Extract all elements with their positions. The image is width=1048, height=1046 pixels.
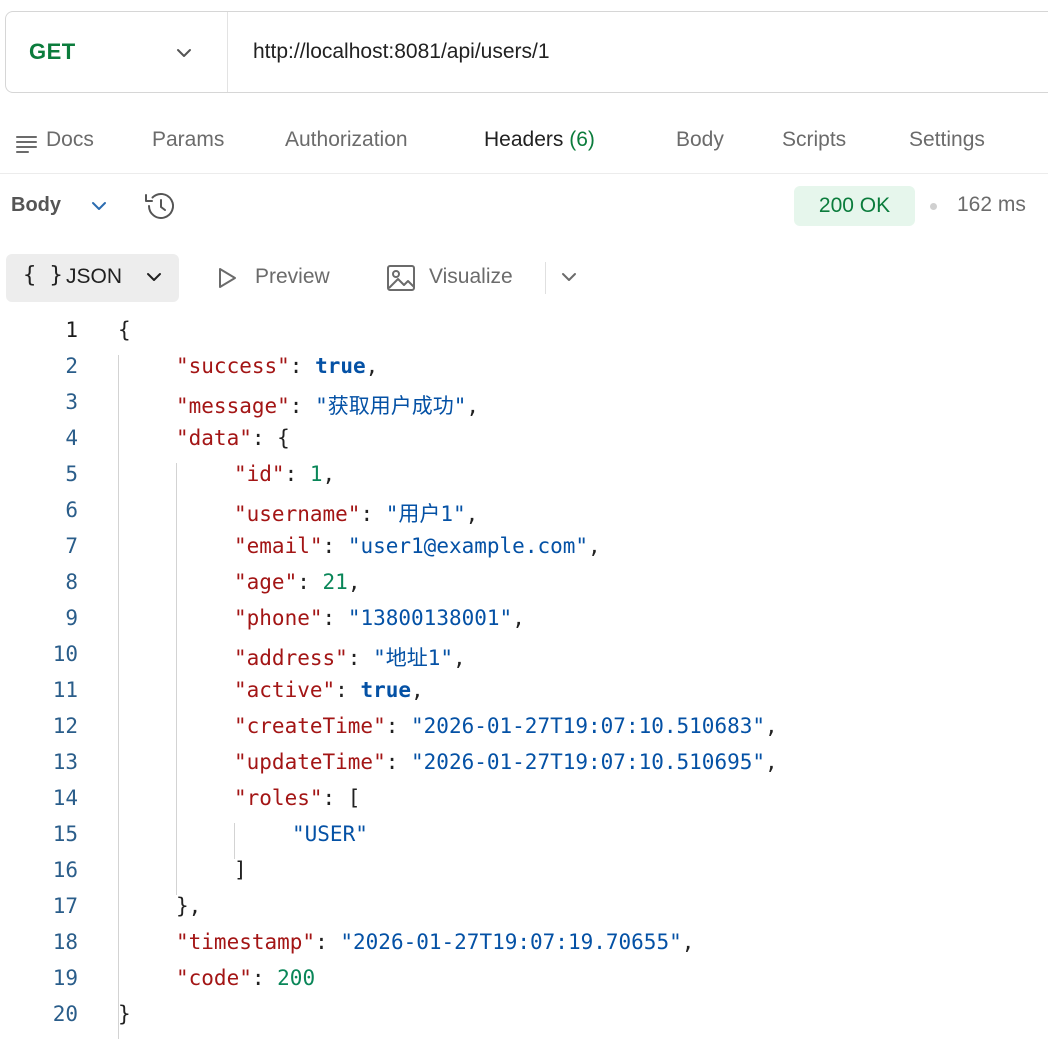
- code-line: 11 "active": true,: [0, 678, 1048, 714]
- code-text: "data": {: [176, 426, 290, 450]
- code-line: 1{: [0, 318, 1048, 354]
- play-icon[interactable]: [214, 265, 240, 291]
- chevron-down-icon[interactable]: [143, 266, 165, 288]
- code-line: 7 "email": "user1@example.com",: [0, 534, 1048, 570]
- code-line: 6 "username": "用户1",: [0, 498, 1048, 534]
- code-line: 8 "age": 21,: [0, 570, 1048, 606]
- code-line: 12 "createTime": "2026-01-27T19:07:10.510…: [0, 714, 1048, 750]
- code-text: },: [176, 894, 202, 918]
- tab-settings[interactable]: Settings: [909, 128, 985, 152]
- separator-dot: [930, 203, 937, 210]
- line-number: 20: [52, 1002, 78, 1026]
- line-number: 12: [52, 714, 78, 738]
- line-number: 13: [52, 750, 78, 774]
- line-number: 9: [65, 606, 78, 630]
- code-line: 20}: [0, 1002, 1048, 1038]
- code-line: 19 "code": 200: [0, 966, 1048, 1002]
- chevron-down-icon: [177, 49, 191, 57]
- code-line: 2 "success": true,: [0, 354, 1048, 390]
- code-line: 15 "USER": [0, 822, 1048, 858]
- chevron-down-icon[interactable]: [88, 195, 110, 217]
- line-number: 15: [52, 822, 78, 846]
- code-line: 3 "message": "获取用户成功",: [0, 390, 1048, 426]
- line-number: 1: [65, 318, 78, 342]
- code-text: "message": "获取用户成功",: [176, 394, 480, 418]
- code-text: "roles": [: [234, 786, 361, 810]
- code-text: "code": 200: [176, 966, 316, 990]
- code-line: 13 "updateTime": "2026-01-27T19:07:10.510…: [0, 750, 1048, 786]
- line-number: 11: [52, 678, 78, 702]
- tab-scripts[interactable]: Scripts: [782, 128, 846, 152]
- code-line: 16]: [0, 858, 1048, 894]
- line-number: 17: [52, 894, 78, 918]
- line-number: 14: [52, 786, 78, 810]
- line-number: 18: [52, 930, 78, 954]
- code-text: }: [118, 1002, 131, 1026]
- line-number: 10: [52, 642, 78, 666]
- line-number: 2: [65, 354, 78, 378]
- code-text: "active": true,: [234, 678, 424, 702]
- code-text: "address": "地址1",: [234, 646, 466, 670]
- request-url-bar: GET http://localhost:8081/api/users/1: [5, 11, 1048, 93]
- code-text: "email": "user1@example.com",: [234, 534, 601, 558]
- code-text: "success": true,: [176, 354, 379, 378]
- method-select[interactable]: GET: [6, 12, 228, 92]
- line-number: 19: [52, 966, 78, 990]
- code-text: {: [118, 318, 131, 342]
- code-line: 14 "roles": [: [0, 786, 1048, 822]
- code-line: 10 "address": "地址1",: [0, 642, 1048, 678]
- tab-headers-count: (6): [569, 128, 595, 151]
- image-icon[interactable]: [386, 263, 416, 293]
- code-line: 9 "phone": "13800138001",: [0, 606, 1048, 642]
- code-text: ]: [234, 858, 247, 882]
- tab-headers[interactable]: Headers (6): [484, 128, 595, 152]
- code-line: 18 "timestamp": "2026-01-27T19:07:19.7065…: [0, 930, 1048, 966]
- chevron-down-icon[interactable]: [558, 266, 580, 288]
- line-number: 16: [52, 858, 78, 882]
- braces-icon: { }: [23, 263, 63, 288]
- line-number: 5: [65, 462, 78, 486]
- tab-body[interactable]: Body: [676, 128, 724, 152]
- line-number: 4: [65, 426, 78, 450]
- response-time: 162 ms: [957, 193, 1026, 216]
- code-line: 5 "id": 1,: [0, 462, 1048, 498]
- tab-params[interactable]: Params: [152, 128, 224, 152]
- tab-authorization[interactable]: Authorization: [285, 128, 408, 152]
- line-number: 6: [65, 498, 78, 522]
- code-text: "updateTime": "2026-01-27T19:07:10.51069…: [234, 750, 778, 774]
- line-number: 8: [65, 570, 78, 594]
- format-label: JSON: [66, 265, 123, 288]
- line-number: 3: [65, 390, 78, 414]
- code-line: 17},: [0, 894, 1048, 930]
- preview-button[interactable]: Preview: [255, 265, 330, 289]
- code-text: "age": 21,: [234, 570, 361, 594]
- history-icon[interactable]: [143, 190, 177, 222]
- code-text: "id": 1,: [234, 462, 336, 486]
- response-body-dropdown[interactable]: Body: [11, 194, 61, 217]
- docs-icon: [16, 136, 37, 153]
- tab-headers-label: Headers: [484, 128, 564, 151]
- code-line: 4 "data": {: [0, 426, 1048, 462]
- code-text: "username": "用户1",: [234, 502, 479, 526]
- code-text: "phone": "13800138001",: [234, 606, 525, 630]
- line-number: 7: [65, 534, 78, 558]
- code-text: "createTime": "2026-01-27T19:07:10.51068…: [234, 714, 778, 738]
- tab-docs[interactable]: Docs: [46, 128, 94, 152]
- visualize-button[interactable]: Visualize: [429, 265, 513, 289]
- method-label: GET: [29, 39, 76, 64]
- url-input[interactable]: http://localhost:8081/api/users/1: [228, 40, 550, 64]
- toolbar-divider: [545, 262, 546, 294]
- status-badge: 200 OK: [794, 186, 915, 226]
- code-text: "USER": [292, 822, 368, 846]
- code-text: "timestamp": "2026-01-27T19:07:19.70655"…: [176, 930, 695, 954]
